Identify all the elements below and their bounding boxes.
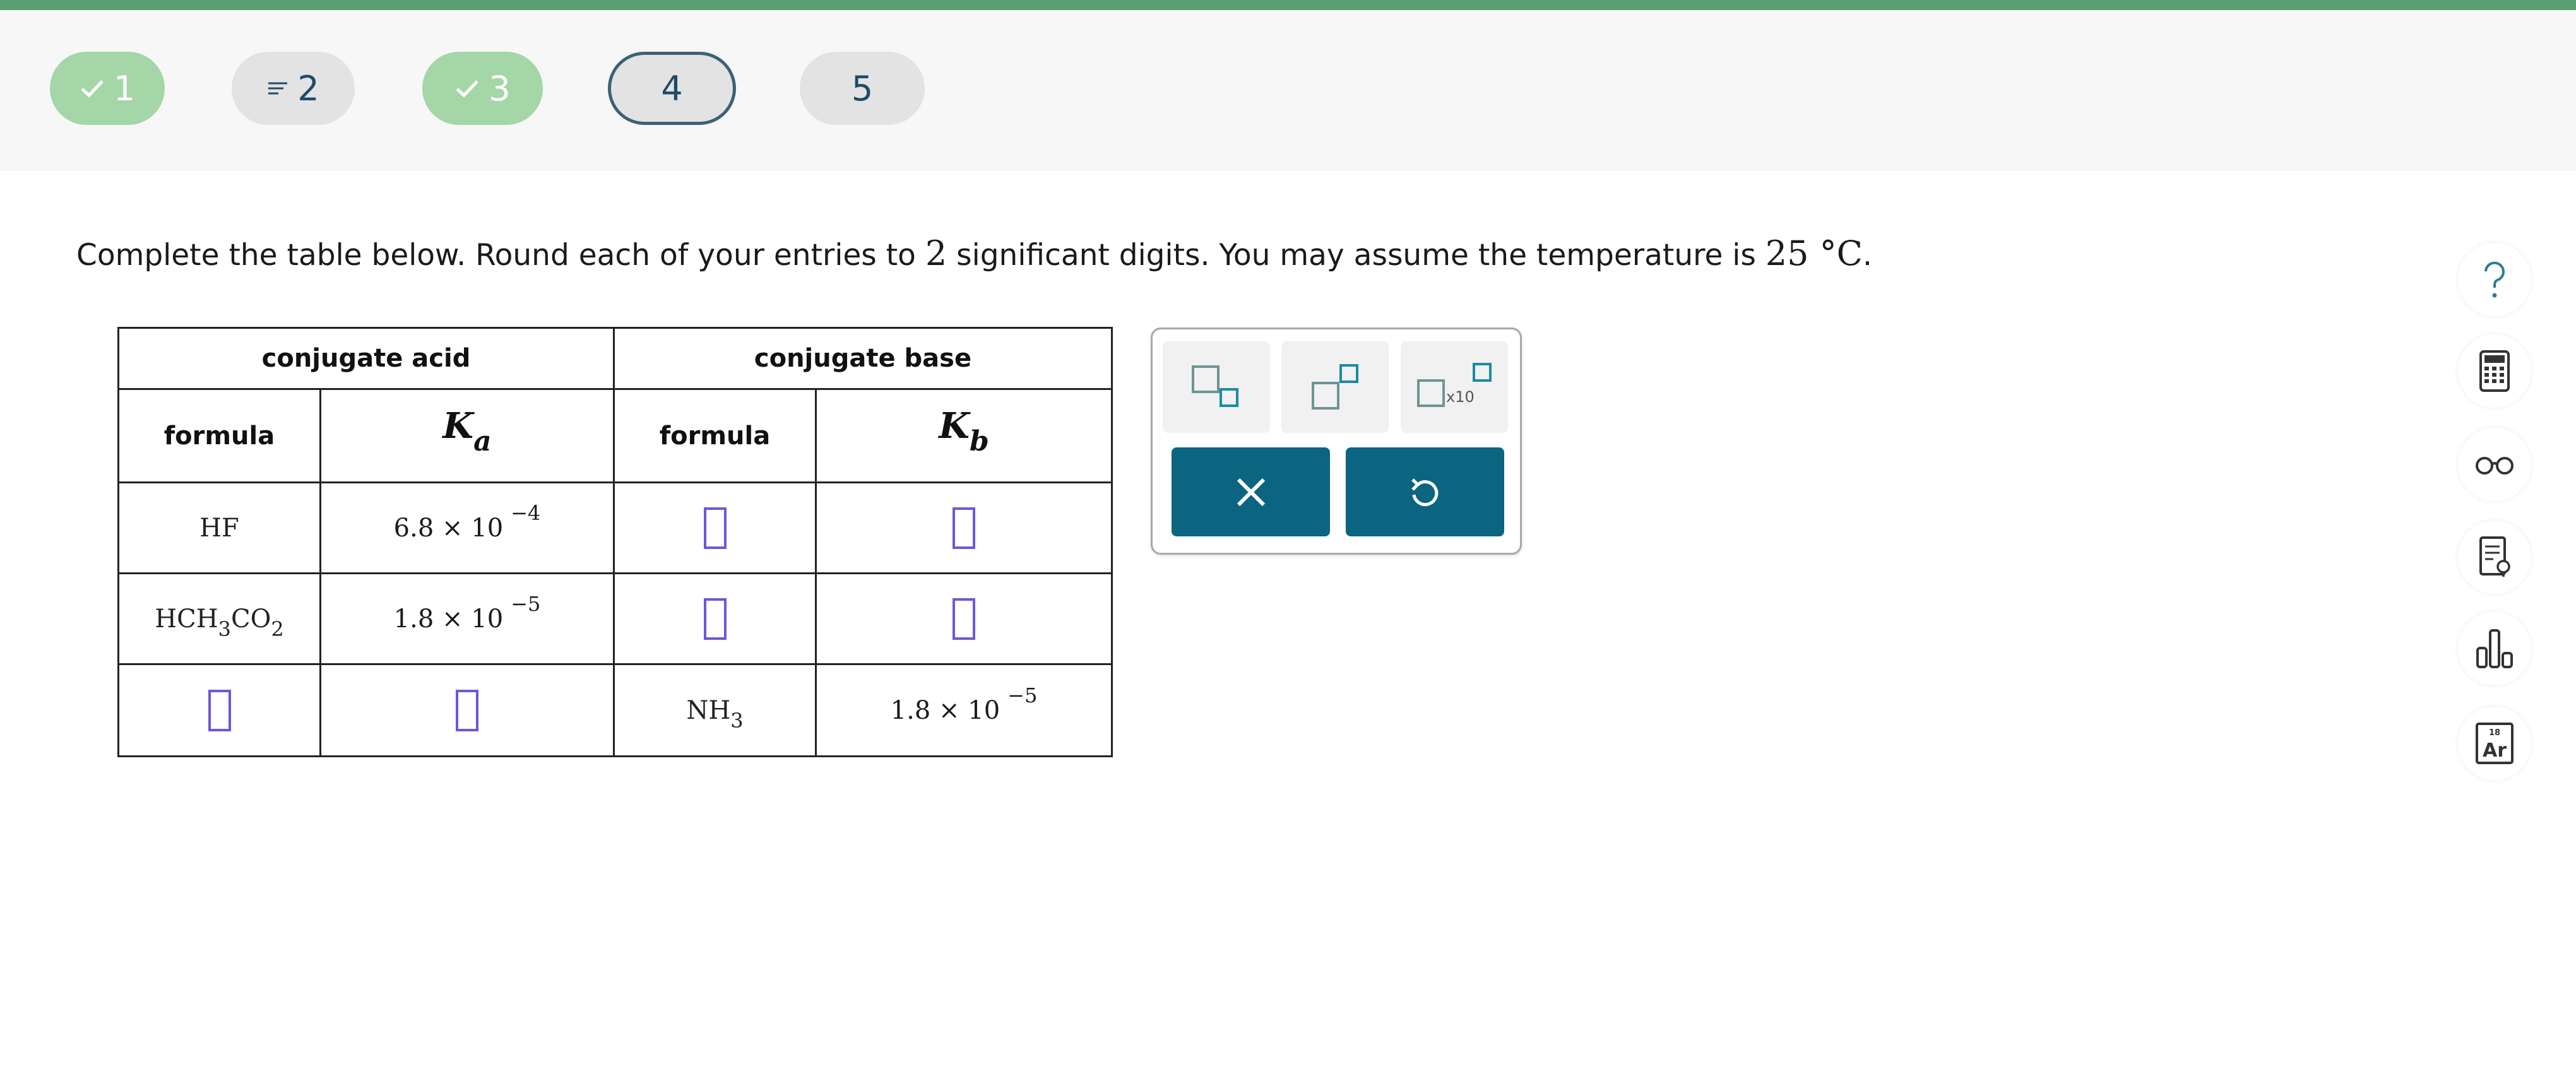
times-ten: × 10: [442, 513, 504, 543]
subscript-template-icon: [1192, 365, 1238, 407]
kb-header: Kb: [815, 388, 1113, 483]
kb-subscript: b: [969, 425, 989, 457]
question-instructions: Complete the table below. Round each of …: [76, 233, 1872, 273]
step-1-button[interactable]: 1: [50, 52, 165, 125]
clear-button[interactable]: [1172, 447, 1330, 536]
step-3-label: 3: [489, 68, 511, 109]
notes-button[interactable]: [2458, 521, 2531, 594]
ka-value-cell: [319, 663, 615, 757]
superscript-template-button[interactable]: [1281, 341, 1389, 433]
scientific-notation-template-button[interactable]: x10: [1401, 341, 1508, 433]
instructions-text-a: Complete the table below. Round each of …: [76, 238, 925, 273]
help-button[interactable]: [2458, 243, 2531, 316]
step-4-label: 4: [661, 68, 683, 109]
base-formula-cell: NH3: [613, 663, 817, 757]
superscript-template-icon: [1312, 363, 1358, 410]
question-nav-strip: [0, 10, 2576, 171]
lines-icon: [268, 82, 288, 95]
scientific-notation-template-icon: x10: [1417, 362, 1492, 407]
reader-button[interactable]: [2458, 428, 2531, 501]
table-row: NH3 1.8 × 10 −5: [117, 663, 1113, 757]
ka-value-cell: 1.8 × 10 −5: [319, 572, 615, 665]
acid-formula-cell: HF: [117, 481, 321, 574]
ka-mantissa: 1.8: [393, 604, 434, 634]
step-3-button[interactable]: 3: [422, 52, 543, 125]
base-formula-input[interactable]: [703, 507, 727, 549]
times-ten: × 10: [442, 604, 504, 634]
table-row: HCH3CO2 1.8 × 10 −5: [117, 572, 1113, 665]
element-symbol: Ar: [2483, 740, 2507, 762]
check-icon: [456, 80, 479, 98]
progress-top-bar: [0, 0, 2576, 10]
acid-base-table: conjugate acid conjugate base formula Ka…: [117, 327, 1113, 757]
notes-icon: [2479, 536, 2510, 577]
bar-chart-icon: [2476, 629, 2513, 668]
undo-icon: [1411, 478, 1438, 506]
subscript-template-button[interactable]: [1163, 341, 1270, 433]
instructions-text-c: .: [1862, 238, 1872, 273]
ka-exponent: −4: [511, 500, 541, 525]
base-formula-header: formula: [613, 388, 817, 483]
periodic-table-icon: 18 Ar: [2476, 723, 2514, 764]
undo-button[interactable]: [1346, 447, 1504, 536]
formula-part: NH: [686, 695, 731, 725]
base-formula-cell: [613, 481, 817, 574]
formula-subscript: 3: [730, 708, 744, 733]
data-button[interactable]: [2458, 612, 2531, 685]
temperature-value: 25 °C: [1765, 233, 1863, 273]
step-2-label: 2: [297, 68, 319, 109]
ka-input[interactable]: [456, 689, 478, 731]
ka-mantissa: 6.8: [393, 513, 434, 543]
step-5-label: 5: [851, 68, 874, 109]
conjugate-acid-header: conjugate acid: [117, 327, 615, 390]
conjugate-base-header: conjugate base: [613, 327, 1113, 390]
formula-part: CO: [230, 604, 271, 634]
element-number: 18: [2489, 728, 2500, 738]
kb-value-cell: [815, 481, 1113, 574]
kb-symbol: K: [939, 404, 970, 447]
acid-formula-cell: HCH3CO2: [117, 572, 321, 665]
clear-icon: [1237, 478, 1265, 506]
base-formula-cell: [613, 572, 817, 665]
ka-symbol: K: [442, 404, 474, 447]
ka-value-cell: 6.8 × 10 −4: [319, 481, 615, 574]
math-palette: x10: [1151, 328, 1522, 555]
kb-mantissa: 1.8: [890, 695, 931, 725]
step-1-label: 1: [113, 68, 136, 109]
base-formula-input[interactable]: [703, 598, 727, 640]
kb-input[interactable]: [953, 507, 975, 549]
formula-subscript: 2: [271, 617, 284, 641]
ka-exponent: −5: [511, 591, 541, 616]
ka-header: Ka: [319, 388, 615, 483]
formula-subscript: 3: [218, 617, 231, 641]
step-4-button[interactable]: 4: [608, 52, 736, 125]
acid-formula-header: formula: [117, 388, 321, 483]
kb-exponent: −5: [1007, 683, 1038, 707]
digits-value: 2: [925, 233, 947, 273]
check-icon: [81, 80, 104, 98]
instructions-text-b: significant digits. You may assume the t…: [947, 238, 1766, 273]
calculator-button[interactable]: [2458, 334, 2531, 408]
step-5-button[interactable]: 5: [800, 52, 925, 125]
acid-formula-input[interactable]: [208, 689, 231, 731]
kb-value-cell: [815, 572, 1113, 665]
table-row: HF 6.8 × 10 −4: [117, 481, 1113, 574]
times-ten: × 10: [939, 695, 1000, 725]
calculator-icon: [2479, 350, 2510, 392]
help-icon: [2484, 261, 2505, 298]
ka-subscript: a: [473, 425, 492, 457]
sci-label: x10: [1446, 388, 1475, 406]
glasses-icon: [2476, 457, 2514, 475]
kb-value-cell: 1.8 × 10 −5: [815, 663, 1113, 757]
acid-formula-cell: [117, 663, 321, 757]
periodic-table-button[interactable]: 18 Ar: [2458, 707, 2531, 780]
kb-input[interactable]: [953, 598, 975, 640]
step-2-button[interactable]: 2: [232, 52, 355, 125]
formula-part: HCH: [155, 604, 218, 634]
